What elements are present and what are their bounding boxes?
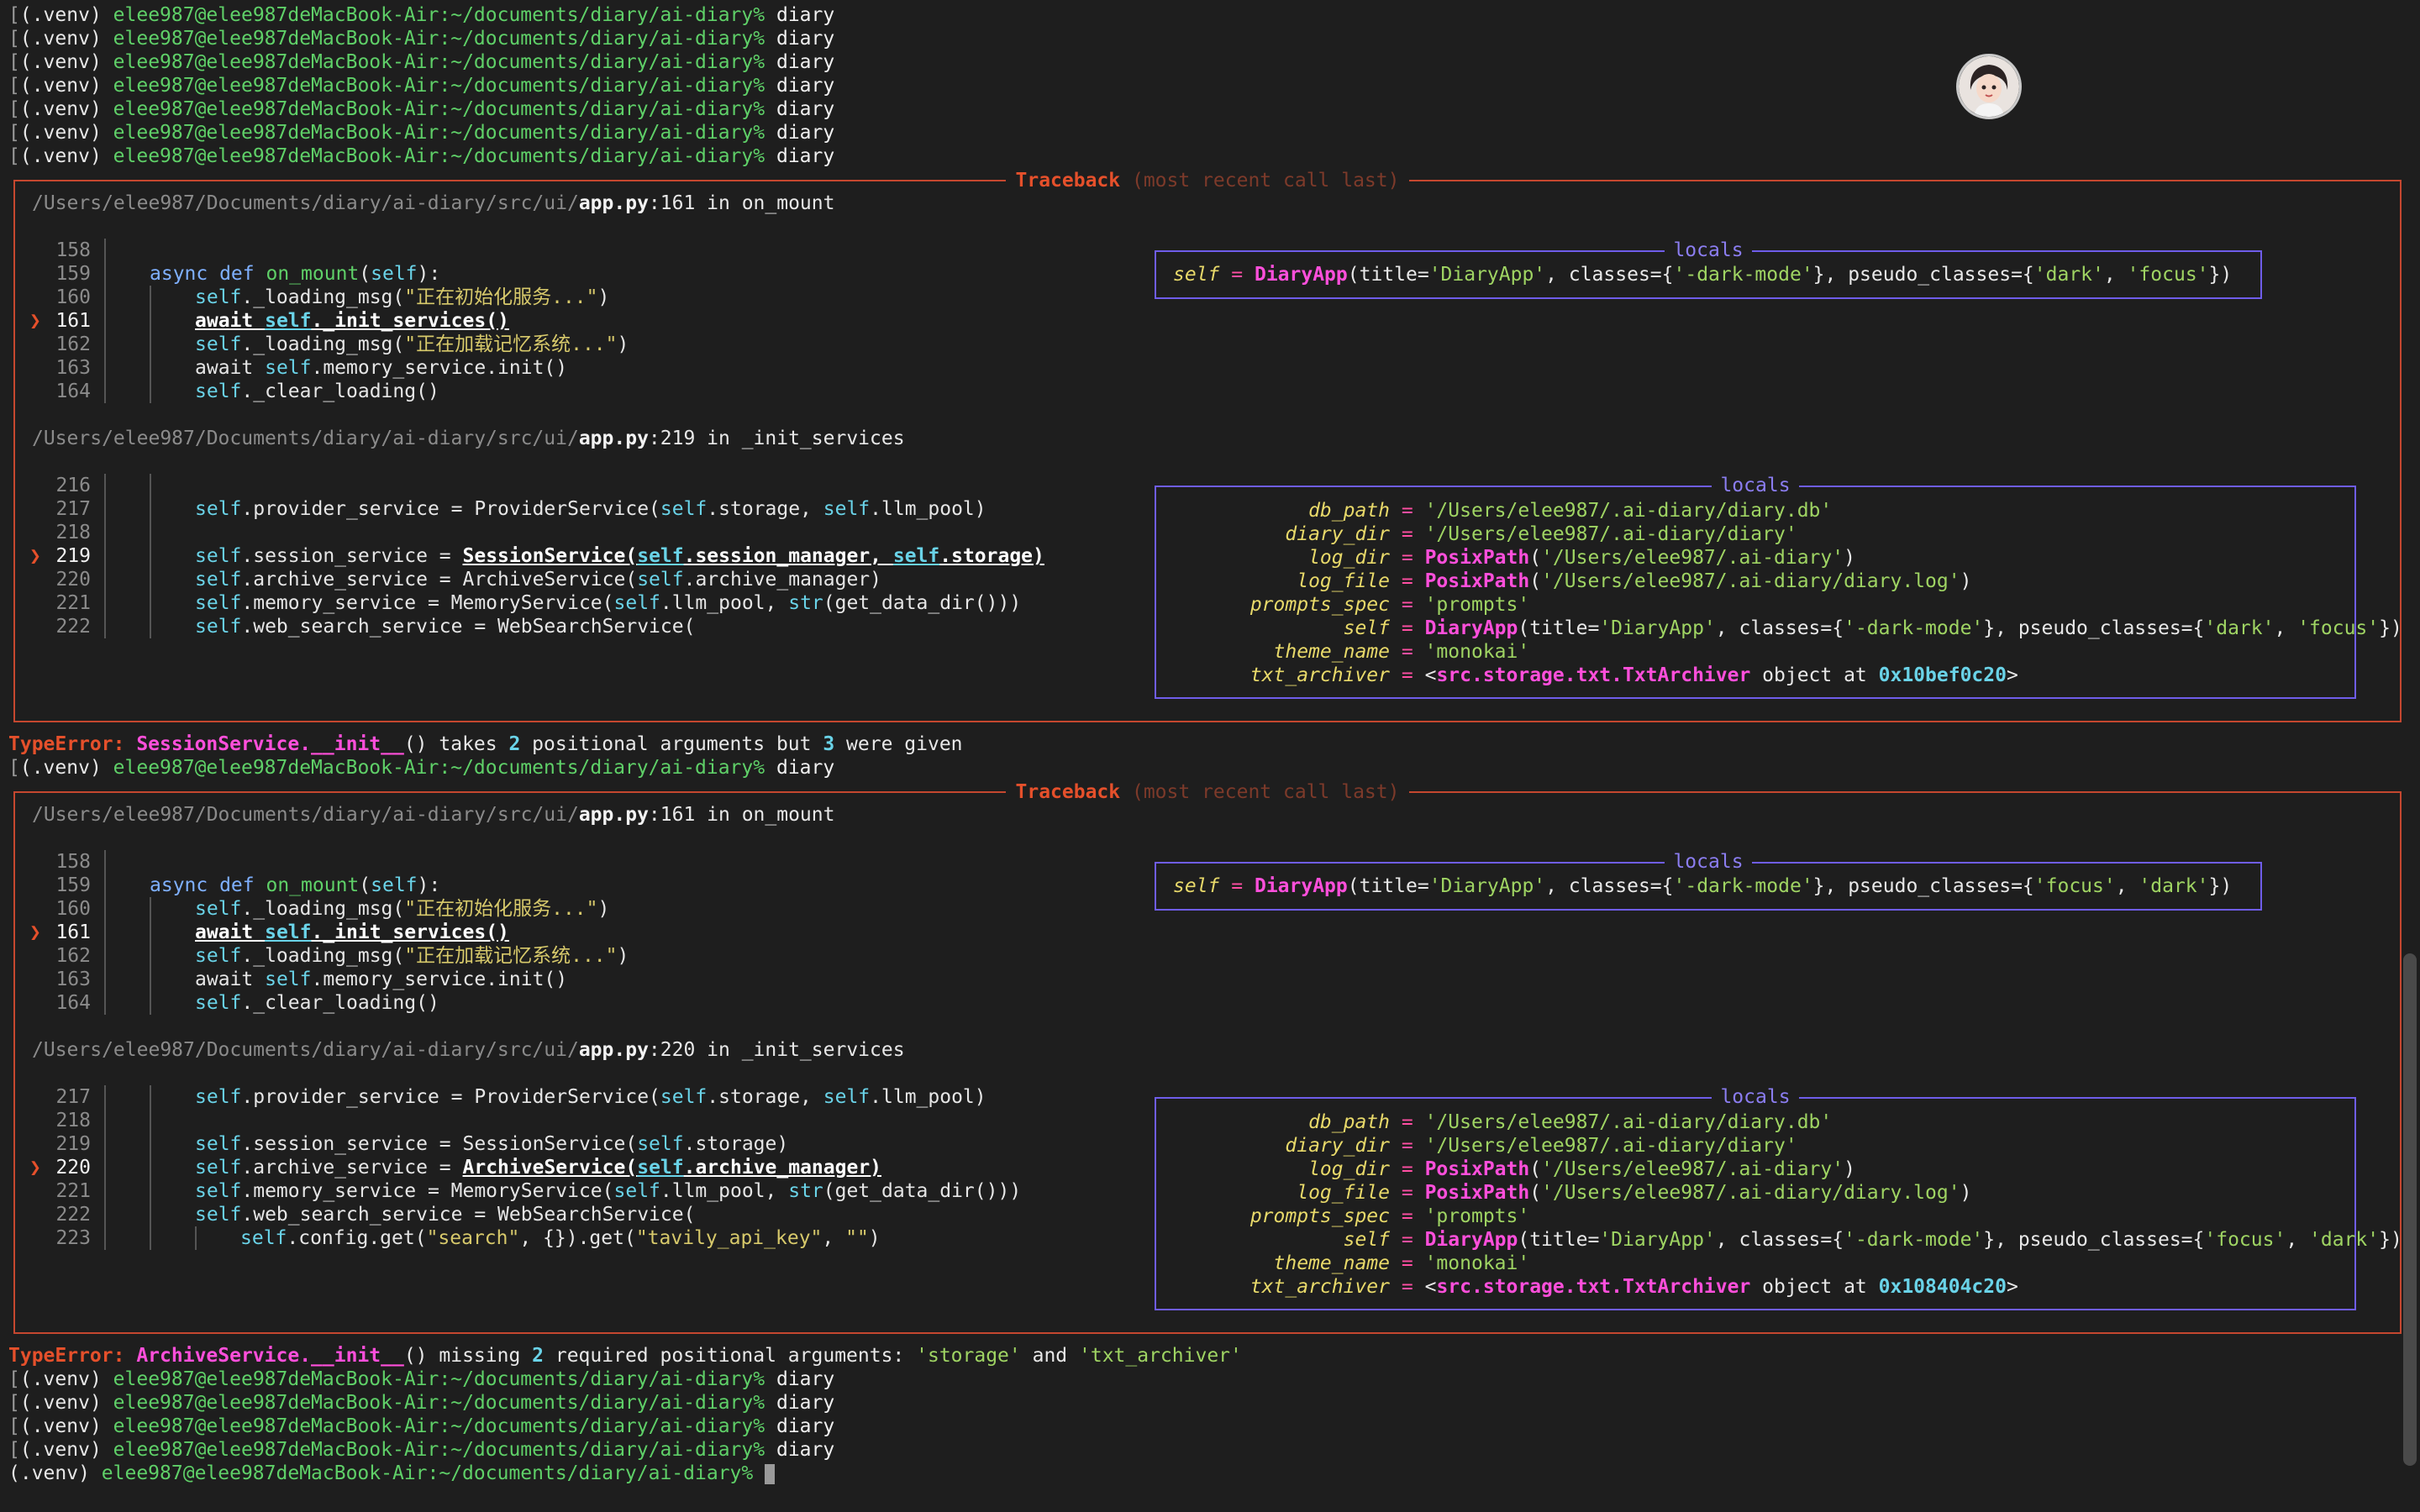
code-line: 220 self.archive_service = ArchiveService… bbox=[55, 568, 881, 591]
code-line: 222 self.web_search_service = WebSearchSe… bbox=[55, 1203, 696, 1226]
code-line: 160 self._loading_msg("正在初始化服务...") bbox=[55, 897, 610, 921]
current-prompt-line[interactable]: (.venv) elee987@elee987deMacBook-Air:~/d… bbox=[8, 1462, 776, 1485]
text-cursor bbox=[765, 1463, 776, 1484]
frame-path: /Users/elee987/Documents/diary/ai-diary/… bbox=[32, 804, 835, 826]
frame-path: /Users/elee987/Documents/diary/ai-diary/… bbox=[32, 428, 905, 449]
code-line: 216 bbox=[32, 474, 195, 497]
code-line: 223 self.config.get("search", {}).get("ta… bbox=[55, 1226, 881, 1250]
user-avatar-icon[interactable] bbox=[1956, 54, 2022, 119]
code-line: 217 self.provider_service = ProviderServi… bbox=[55, 497, 986, 521]
code-line: 221 self.memory_service = MemoryService(s… bbox=[55, 591, 1022, 615]
prompt-line: [(.venv) elee987@elee987deMacBook-Air:~/… bbox=[8, 122, 835, 144]
code-line: 159 async def on_mount(self): bbox=[55, 262, 441, 286]
traceback-title: Traceback (most recent call last) bbox=[15, 780, 2400, 804]
code-line: 222 self.web_search_service = WebSearchSe… bbox=[55, 615, 696, 638]
code-line: 219 self.session_service = SessionService… bbox=[55, 1132, 789, 1156]
frame-path: /Users/elee987/Documents/diary/ai-diary/… bbox=[32, 192, 835, 214]
prompt-line: [(.venv) elee987@elee987deMacBook-Air:~/… bbox=[8, 51, 835, 73]
error-arrow-icon: ❯ bbox=[29, 1157, 41, 1179]
prompt-line: [(.venv) elee987@elee987deMacBook-Air:~/… bbox=[8, 75, 835, 97]
locals-panel: locals self = DiaryApp(title='DiaryApp',… bbox=[1155, 851, 2262, 911]
prompt-line: [(.venv) elee987@elee987deMacBook-Air:~/… bbox=[8, 757, 835, 779]
prompt-line: [(.venv) elee987@elee987deMacBook-Air:~/… bbox=[8, 98, 835, 120]
code-line: 163 await self.memory_service.init() bbox=[55, 356, 568, 380]
code-line: 163 await self.memory_service.init() bbox=[55, 968, 568, 991]
scrollbar-track[interactable] bbox=[2400, 0, 2420, 1512]
code-line-error: ❯ 220 self.archive_service = ArchiveServic… bbox=[29, 1156, 882, 1179]
error-message: TypeError: SessionService.__init__() tak… bbox=[8, 733, 963, 755]
prompt-line: [(.venv) elee987@elee987deMacBook-Air:~/… bbox=[8, 4, 835, 26]
code-line: 164 self._clear_loading() bbox=[55, 991, 439, 1015]
prompt-line: [(.venv) elee987@elee987deMacBook-Air:~/… bbox=[8, 1415, 835, 1437]
code-line: 218 bbox=[32, 1109, 195, 1132]
locals-panel: locals self = DiaryApp(title='DiaryApp',… bbox=[1155, 239, 2262, 299]
prompt-line: [(.venv) elee987@elee987deMacBook-Air:~/… bbox=[8, 28, 835, 50]
error-arrow-icon: ❯ bbox=[29, 921, 41, 943]
code-line-error: ❯ 161 await self._init_services() bbox=[29, 921, 509, 944]
code-line: 160 self._loading_msg("正在初始化服务...") bbox=[55, 286, 610, 309]
code-line: 158 bbox=[32, 239, 150, 262]
code-line: 159 async def on_mount(self): bbox=[55, 874, 441, 897]
code-line: 162 self._loading_msg("正在加载记忆系统...") bbox=[55, 944, 629, 968]
prompt-line: [(.venv) elee987@elee987deMacBook-Air:~/… bbox=[8, 1392, 835, 1414]
error-arrow-icon: ❯ bbox=[29, 310, 41, 332]
code-line: 158 bbox=[32, 850, 150, 874]
code-line: 162 self._loading_msg("正在加载记忆系统...") bbox=[55, 333, 629, 356]
prompt-line: [(.venv) elee987@elee987deMacBook-Air:~/… bbox=[8, 145, 835, 167]
locals-panel: locals db_path = '/Users/elee987/.ai-dia… bbox=[1155, 1086, 2402, 1310]
scrollbar-thumb[interactable] bbox=[2403, 953, 2417, 1466]
prompt-line: [(.venv) elee987@elee987deMacBook-Air:~/… bbox=[8, 1439, 835, 1461]
code-line: 217 self.provider_service = ProviderServi… bbox=[55, 1085, 986, 1109]
frame-path: /Users/elee987/Documents/diary/ai-diary/… bbox=[32, 1039, 905, 1061]
code-line: 164 self._clear_loading() bbox=[55, 380, 439, 403]
error-message: TypeError: ArchiveService.__init__() mis… bbox=[8, 1345, 1242, 1367]
code-line-error: ❯ 161 await self._init_services() bbox=[29, 309, 509, 333]
prompt-line: [(.venv) elee987@elee987deMacBook-Air:~/… bbox=[8, 1368, 835, 1390]
code-line: 221 self.memory_service = MemoryService(s… bbox=[55, 1179, 1022, 1203]
error-arrow-icon: ❯ bbox=[29, 545, 41, 567]
code-line-error: ❯ 219 self.session_service = SessionServic… bbox=[29, 544, 1044, 568]
traceback-title: Traceback (most recent call last) bbox=[15, 169, 2400, 192]
locals-panel: locals db_path = '/Users/elee987/.ai-dia… bbox=[1155, 475, 2402, 699]
code-line: 218 bbox=[32, 521, 195, 544]
